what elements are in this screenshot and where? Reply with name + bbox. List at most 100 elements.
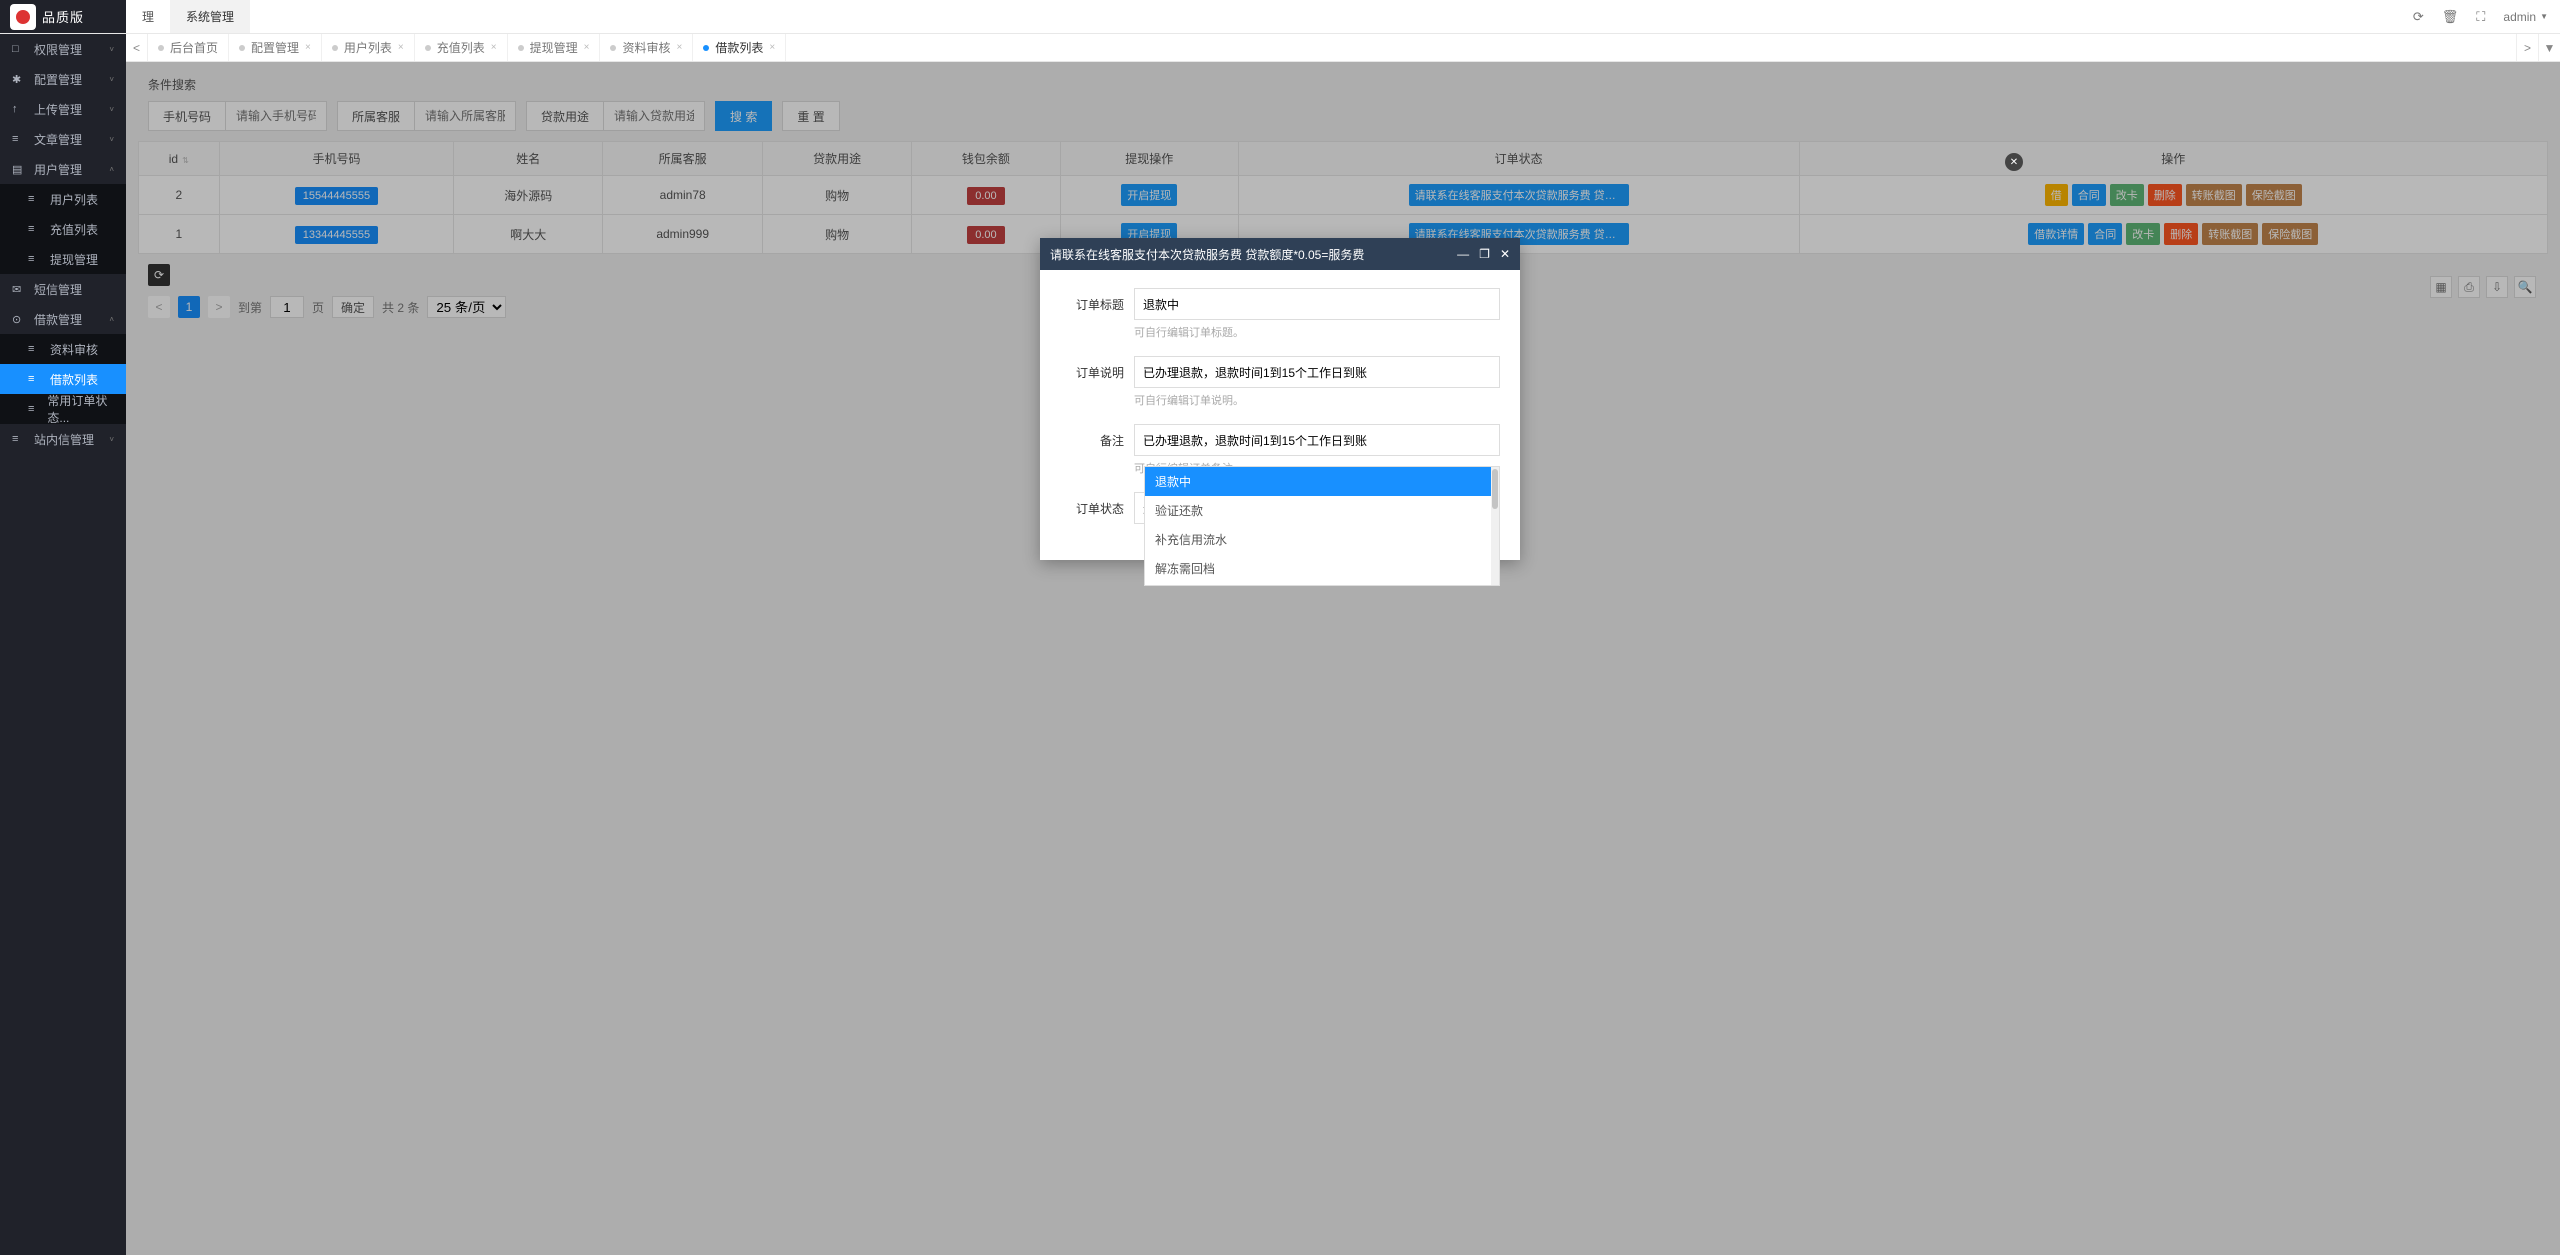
sidebar-sub-label: 用户列表 xyxy=(50,191,98,208)
sidebar-item[interactable]: ↑ 上传管理 ˅ xyxy=(0,94,126,124)
tab-label: 充值列表 xyxy=(437,39,485,56)
crumb-scroll-right[interactable]: > xyxy=(2516,34,2538,61)
dropdown-option[interactable]: 退款中 xyxy=(1145,467,1499,496)
user-name: admin xyxy=(2503,10,2536,24)
tab-close-icon[interactable]: × xyxy=(769,42,775,53)
tab[interactable]: 用户列表 × xyxy=(322,34,415,61)
dropdown-option[interactable]: 解冻需回档 xyxy=(1145,554,1499,583)
user-menu[interactable]: admin▼ xyxy=(2503,10,2548,24)
tab[interactable]: 后台首页 xyxy=(148,34,229,61)
refresh-icon[interactable]: ⟳ xyxy=(2413,9,2424,25)
sidebar-sub-label: 资料审核 xyxy=(50,341,98,358)
sidebar-sub-label: 充值列表 xyxy=(50,221,98,238)
chevron-icon: ˄ xyxy=(109,165,114,174)
tab-close-icon[interactable]: × xyxy=(491,42,497,53)
menu-icon: ≡ xyxy=(12,133,26,145)
sidebar-sub-item[interactable]: ≡借款列表 xyxy=(0,364,126,394)
dropdown-scrollbar[interactable] xyxy=(1491,467,1499,585)
sidebar-item[interactable]: ▤ 用户管理 ˄ xyxy=(0,154,126,184)
sidebar-label: 站内信管理 xyxy=(34,431,94,448)
dropdown-thumb[interactable] xyxy=(1492,469,1498,509)
dropdown-option[interactable]: 补充信用流水 xyxy=(1145,525,1499,554)
tab-dot-icon xyxy=(425,45,431,51)
tab-label: 后台首页 xyxy=(170,39,218,56)
sidebar-sub-item[interactable]: ≡常用订单状态... xyxy=(0,394,126,424)
sidebar-label: 配置管理 xyxy=(34,71,82,88)
tab-close-icon[interactable]: × xyxy=(398,42,404,53)
tab-label: 用户列表 xyxy=(344,39,392,56)
row-close-icon[interactable]: ✕ xyxy=(2005,153,2023,171)
close-icon[interactable]: ✕ xyxy=(1500,247,1510,261)
tab-label: 借款列表 xyxy=(715,39,763,56)
sidebar-sub-item[interactable]: ≡ 用户列表 xyxy=(0,184,126,214)
chevron-icon: ˅ xyxy=(109,135,114,144)
field-title-input[interactable] xyxy=(1134,288,1500,320)
top-tabs: 理 系统管理 xyxy=(126,0,250,33)
sidebar-label: 上传管理 xyxy=(34,101,82,118)
sidebar-sub-item[interactable]: ≡提现管理 xyxy=(0,244,126,274)
tab-dot-icon xyxy=(703,45,709,51)
sidebar-sub-item[interactable]: ≡ 资料审核 xyxy=(0,334,126,364)
tab[interactable]: 配置管理× xyxy=(229,34,322,61)
chevron-icon: ˅ xyxy=(109,45,114,54)
logo-icon xyxy=(10,4,36,30)
tab-close-icon[interactable]: × xyxy=(584,42,590,53)
menu-icon: ⊙ xyxy=(12,313,26,326)
modal-body: 订单标题 可自行编辑订单标题。 订单说明 可自行编辑订单说明。 备注 可自行编辑… xyxy=(1040,270,1520,560)
list-icon: ≡ xyxy=(28,193,42,205)
sidebar-sub-item[interactable]: ≡ 充值列表 xyxy=(0,214,126,244)
fullscreen-icon[interactable]: ⛶ xyxy=(2476,9,2485,25)
tab[interactable]: 充值列表 × xyxy=(415,34,508,61)
tab-close-icon[interactable]: × xyxy=(305,42,311,53)
chevron-icon: ˄ xyxy=(109,315,114,324)
sidebar-label: 短信管理 xyxy=(34,281,82,298)
tab-label: 资料审核 xyxy=(622,39,670,56)
crumb-scroll-left[interactable]: < xyxy=(126,34,148,61)
list-icon: ≡ xyxy=(28,343,42,355)
menu-icon: ≡ xyxy=(12,433,26,445)
list-icon: ≡ xyxy=(28,253,42,265)
field-title-hint: 可自行编辑订单标题。 xyxy=(1134,324,1500,340)
field-note-input[interactable] xyxy=(1134,424,1500,456)
status-dropdown: 退款中验证还款补充信用流水解冻需回档解冻失败，请激活解冻 xyxy=(1144,466,1500,586)
menu-icon: ✱ xyxy=(12,73,26,86)
tab[interactable]: 借款列表 × xyxy=(693,34,786,61)
breadcrumb-tabs: < 后台首页配置管理×用户列表×充值列表×提现管理×资料审核×借款列表× > ▼ xyxy=(126,34,2560,62)
list-icon: ≡ xyxy=(28,223,42,235)
top-right: ⟳ 🗑 ⛶ admin▼ xyxy=(2413,0,2560,33)
chevron-icon: ˅ xyxy=(109,75,114,84)
tab[interactable]: 提现管理× xyxy=(508,34,601,61)
top-tab-system[interactable]: 系统管理 xyxy=(170,0,250,33)
sidebar-item[interactable]: ✉短信管理 xyxy=(0,274,126,304)
sidebar-item[interactable]: ✱ 配置管理 ˅ xyxy=(0,64,126,94)
logo-text: 品质版 xyxy=(42,7,84,26)
tab[interactable]: 资料审核 × xyxy=(600,34,693,61)
minimize-icon[interactable]: — xyxy=(1457,247,1469,261)
chevron-icon: ˅ xyxy=(109,105,114,114)
top-tab-li[interactable]: 理 xyxy=(126,0,170,33)
tab-dot-icon xyxy=(158,45,164,51)
modal-header[interactable]: 请联系在线客服支付本次贷款服务费 贷款额度*0.05=服务费 — ❐ ✕ xyxy=(1040,238,1520,270)
menu-icon: ↑ xyxy=(12,103,26,115)
menu-icon: ▤ xyxy=(12,163,26,176)
sidebar-item[interactable]: □ 权限管理 ˅ xyxy=(0,34,126,64)
sidebar-label: 文章管理 xyxy=(34,131,82,148)
field-status-label: 订单状态 xyxy=(1060,492,1124,517)
sidebar-label: 权限管理 xyxy=(34,41,82,58)
trash-icon[interactable]: 🗑 xyxy=(2442,9,2459,25)
field-note-label: 备注 xyxy=(1060,424,1124,449)
field-desc-hint: 可自行编辑订单说明。 xyxy=(1134,392,1500,408)
sidebar-item[interactable]: ≡ 文章管理 ˅ xyxy=(0,124,126,154)
tab-close-icon[interactable]: × xyxy=(676,42,682,53)
dropdown-option[interactable]: 验证还款 xyxy=(1145,496,1499,525)
list-icon: ≡ xyxy=(28,373,42,385)
sidebar-item[interactable]: ≡站内信管理˅ xyxy=(0,424,126,454)
field-desc-input[interactable] xyxy=(1134,356,1500,388)
dropdown-option[interactable]: 解冻失败，请激活解冻 xyxy=(1145,583,1499,586)
sidebar-label: 用户管理 xyxy=(34,161,82,178)
menu-icon: □ xyxy=(12,43,26,55)
crumb-menu[interactable]: ▼ xyxy=(2538,34,2560,61)
sidebar: □ 权限管理 ˅ ✱ 配置管理 ˅ ↑ 上传管理 ˅ ≡ 文章管理 ˅ ▤ 用户管理 ˄ ≡ 用户列表 ≡ 充值列表… xyxy=(0,34,126,1255)
maximize-icon[interactable]: ❐ xyxy=(1479,247,1490,261)
sidebar-item[interactable]: ⊙借款管理˄ xyxy=(0,304,126,334)
